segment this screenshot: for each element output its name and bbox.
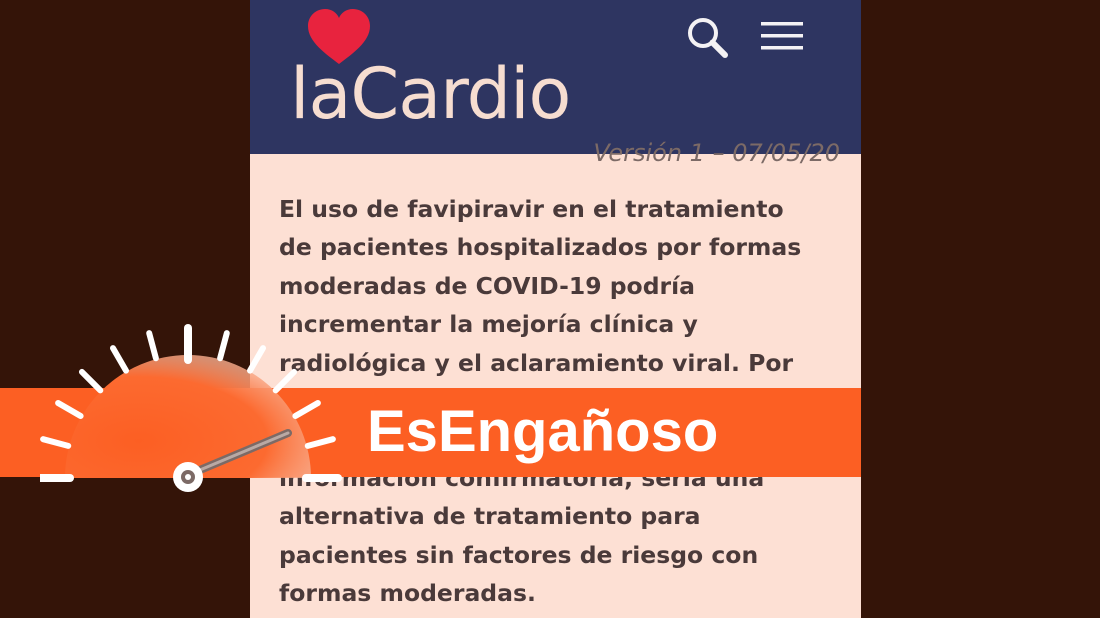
article-line: de pacientes hospitalizados por formas xyxy=(279,233,802,262)
article-line: El uso de favipiravir en el tratamiento xyxy=(279,195,784,223)
verdict-label: EsEngañoso xyxy=(367,399,719,464)
article-line: alternativa de tratamiento para xyxy=(279,502,701,531)
gauge-tick xyxy=(55,400,84,419)
gauge-tick xyxy=(304,436,336,449)
article-line: moderadas de COVID-19 podría xyxy=(279,271,696,300)
gauge-tick xyxy=(247,345,266,374)
gauge-tick xyxy=(272,368,298,394)
article-line: radiológica y el aclaramiento viral. Por xyxy=(279,348,794,377)
gauge-tick xyxy=(146,330,159,362)
search-icon[interactable] xyxy=(686,16,728,58)
gauge-tick xyxy=(110,345,129,374)
gauge-tick xyxy=(217,330,230,362)
article-line: pacientes sin factores de riesgo con xyxy=(279,540,759,569)
brand-name: laCardio xyxy=(290,53,571,135)
article-line: formas moderadas. xyxy=(279,579,536,608)
app-header: laCardio xyxy=(250,0,861,154)
version-label: Versión 1 – 07/05/20 xyxy=(593,139,840,167)
gauge-tick xyxy=(292,400,321,419)
gauge-meter-icon xyxy=(40,324,342,492)
article-line: incrementar la mejoría clínica y xyxy=(279,310,698,339)
gauge-tick xyxy=(40,436,72,449)
gauge-tick xyxy=(78,368,104,394)
hamburger-menu-icon[interactable] xyxy=(761,20,803,52)
